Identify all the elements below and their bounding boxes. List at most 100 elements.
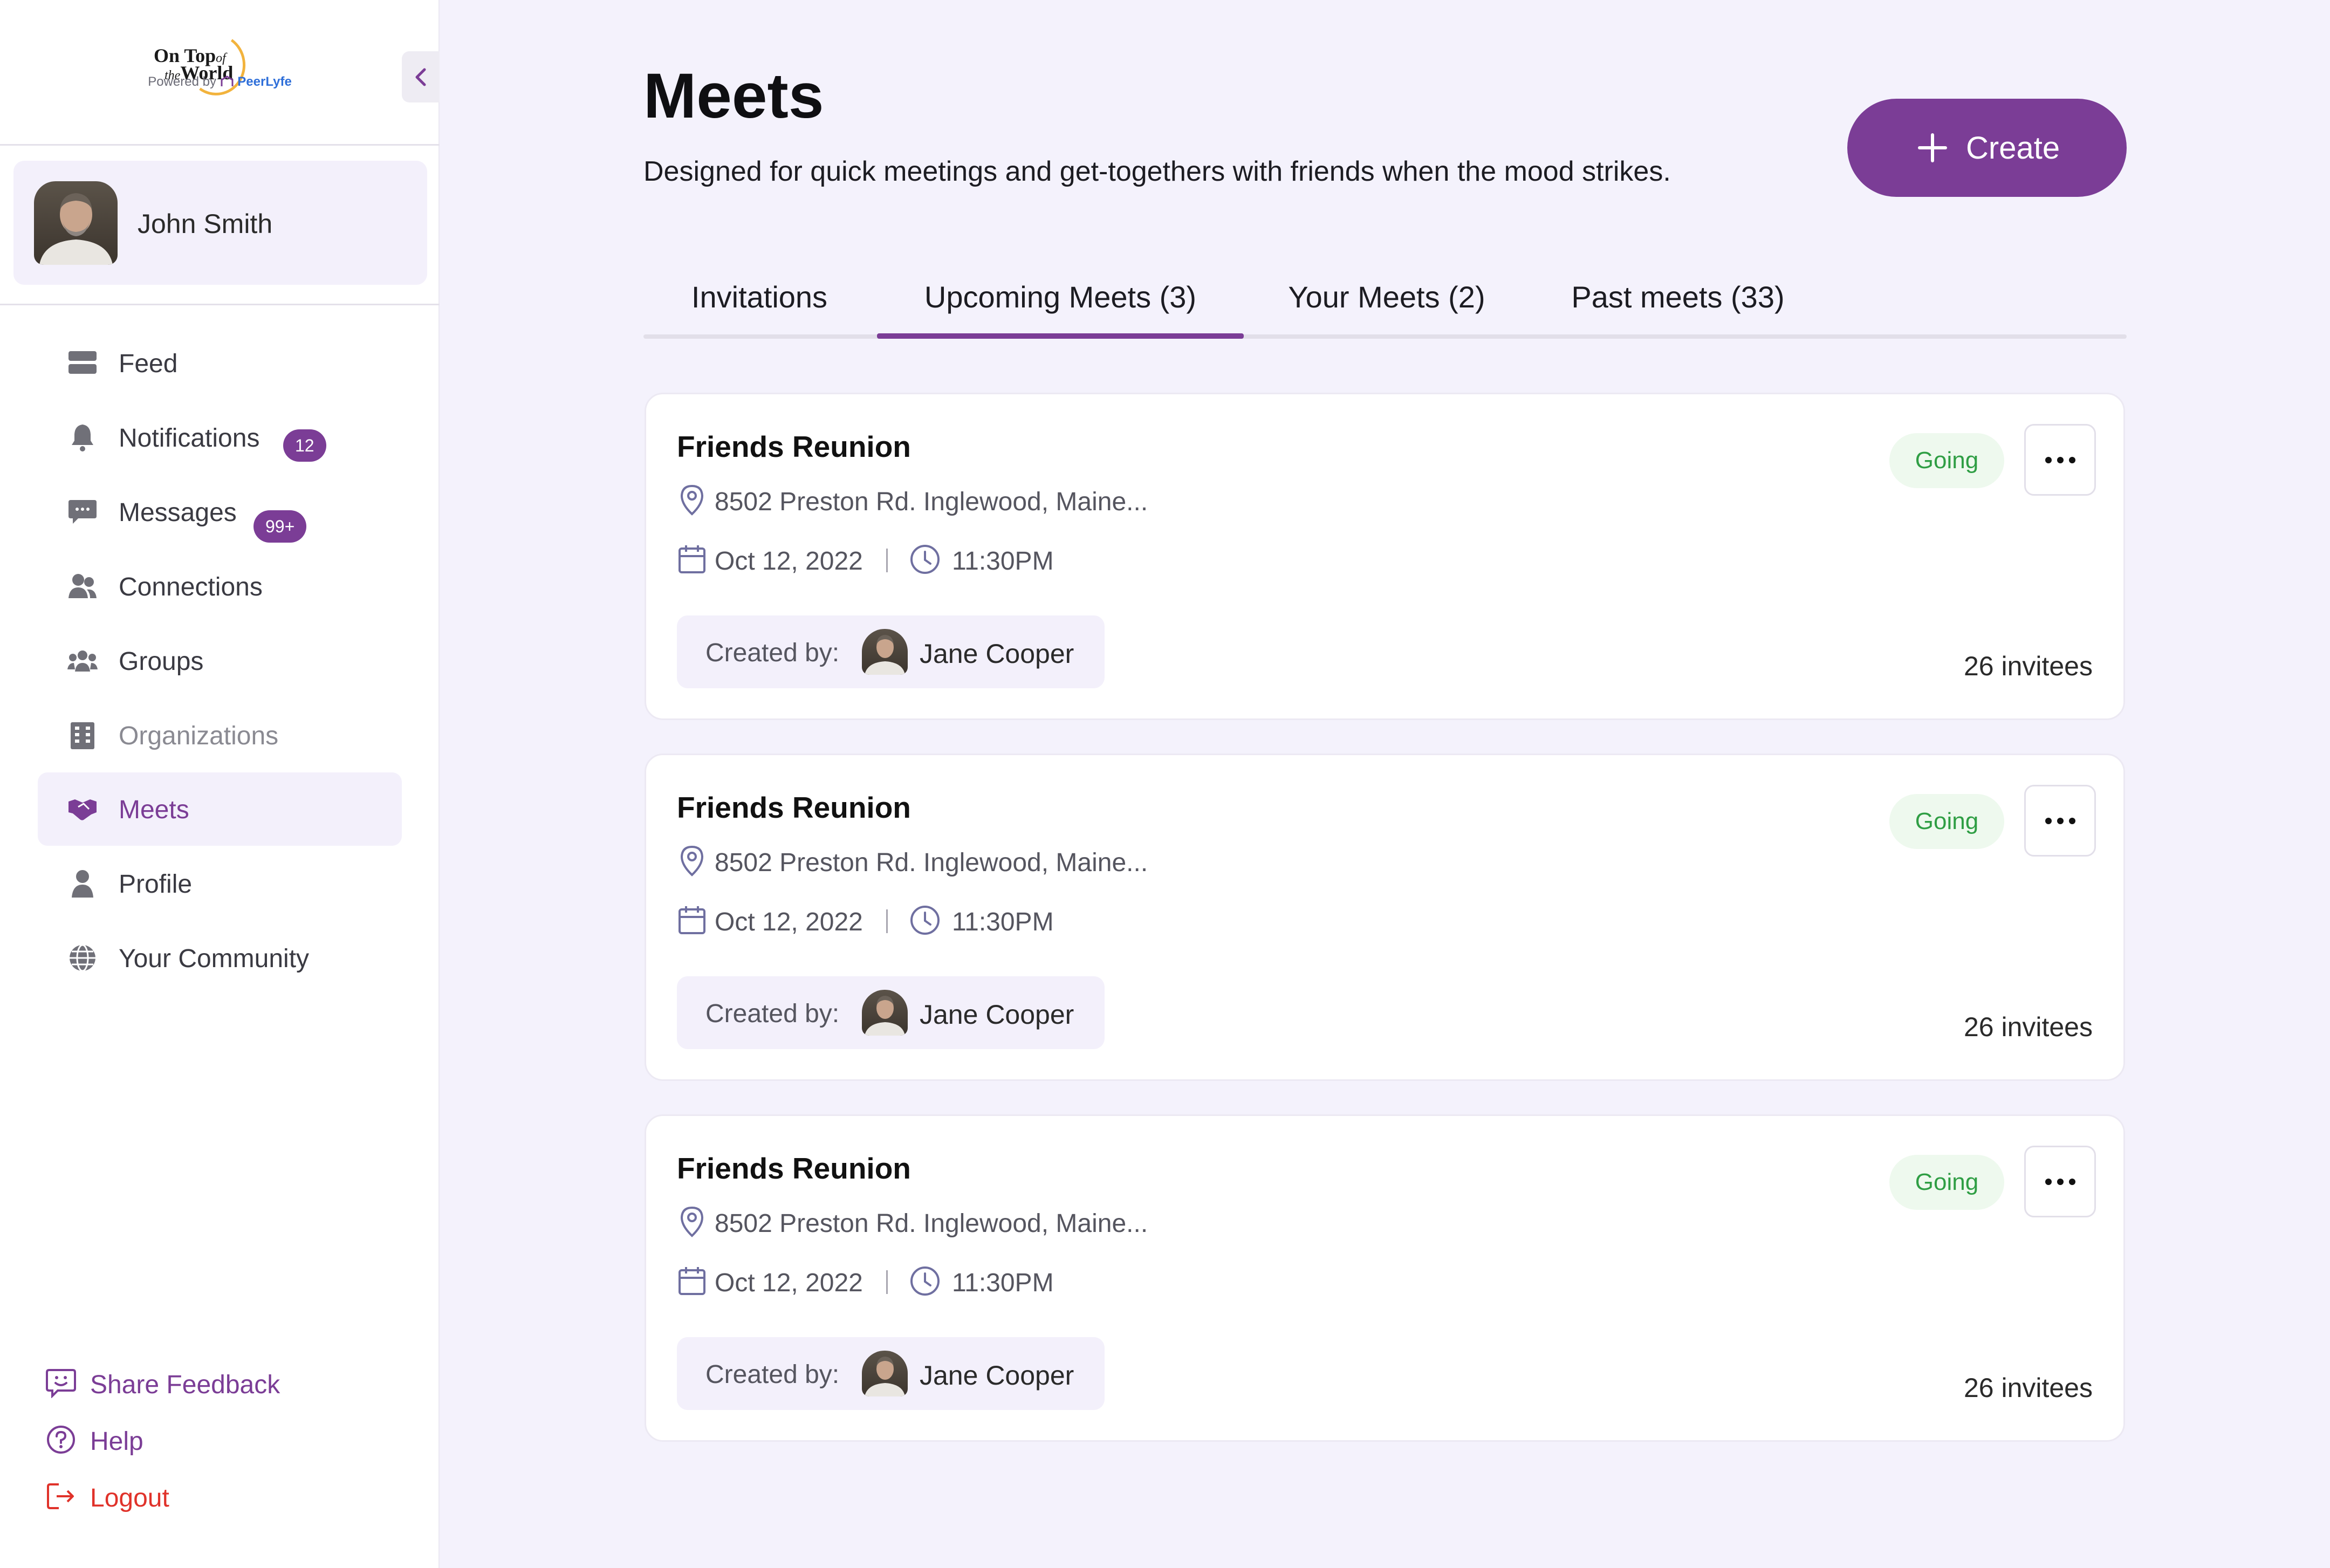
meet-time: 11:30PM [952,1269,1054,1297]
notifications-badge: 12 [283,429,326,462]
user-card[interactable]: John Smith [13,161,427,285]
sidebar-item-meets[interactable]: Meets [38,772,402,846]
location-pin-icon [680,1206,704,1237]
create-label: Create [1966,131,2060,166]
calendar-icon [679,545,705,573]
avatar [34,181,118,265]
creator-chip: Created by: Jane Cooper [677,615,1105,688]
tab-label: Your Meets (2) [1288,280,1485,314]
meet-title: Friends Reunion [677,430,911,463]
tab-invitations[interactable]: Invitations [643,270,875,339]
brand-header: On Topof theWorld Powered by PeerLyfe [0,0,440,146]
clock-icon [910,1266,940,1296]
separator [886,1270,888,1294]
create-meet-button[interactable]: Create [1847,99,2127,197]
invitees-count: 26 invitees [1963,651,2093,681]
bell-icon [72,424,93,451]
meets-tabs: Invitations Upcoming Meets (3) Your Meet… [643,270,2127,340]
sidebar-item-label: Feed [119,350,178,378]
created-by-label: Created by: [705,999,840,1028]
sidebar-item-feed[interactable]: Feed [38,326,402,400]
sidebar-item-notifications[interactable]: Notifications 12 [38,401,402,474]
sidebar-item-your-community[interactable]: Your Community [38,921,402,995]
creator-chip: Created by: Jane Cooper [677,1337,1105,1410]
collapse-sidebar-button[interactable] [402,51,440,102]
created-by-label: Created by: [705,639,840,667]
more-horizontal-icon [2045,818,2075,824]
creator-name: Jane Cooper [920,999,1074,1030]
sidebar-item-label: Messages [119,498,237,527]
separator [886,909,888,933]
clock-icon [910,906,940,935]
handshake-icon [68,799,97,820]
created-by-label: Created by: [705,1360,840,1389]
group-icon [67,651,98,672]
divider [0,304,440,305]
calendar-icon [679,906,705,934]
user-name: John Smith [138,209,273,239]
sidebar-item-connections[interactable]: Connections [38,550,402,623]
sidebar-item-label: Groups [119,647,204,676]
location-text: 8502 Preston Rd. Inglewood, Maine... [715,1209,1148,1238]
more-horizontal-icon [2045,457,2075,463]
plus-icon [1918,133,1947,162]
more-options-button[interactable] [2024,785,2096,857]
location-text: 8502 Preston Rd. Inglewood, Maine... [715,848,1148,877]
invitees-count: 26 invitees [1963,1012,2093,1042]
messages-badge: 99+ [253,510,307,543]
status-badge: Going [1889,433,2004,488]
clock-icon [910,545,940,574]
feed-icon [68,351,97,374]
sidebar-item-profile[interactable]: Profile [38,847,402,920]
person-icon [72,870,93,898]
location-text: 8502 Preston Rd. Inglewood, Maine... [715,488,1148,516]
logout-label: Logout [90,1484,169,1512]
logout-icon [47,1483,74,1509]
meet-time: 11:30PM [952,908,1054,936]
people-icon [68,574,97,598]
more-options-button[interactable] [2024,1146,2096,1217]
calendar-icon [679,1267,705,1295]
share-feedback-label: Share Feedback [90,1371,280,1399]
help-label: Help [90,1427,143,1456]
sidebar-item-label: Organizations [119,722,279,750]
meet-card[interactable]: Friends Reunion 8502 Preston Rd. Inglewo… [645,393,2125,720]
creator-name: Jane Cooper [920,639,1074,669]
sidebar-item-label: Profile [119,870,193,899]
status-badge: Going [1889,794,2004,849]
creator-name: Jane Cooper [920,1360,1074,1391]
sidebar-item-label: Your Community [119,944,310,973]
creator-avatar [862,990,908,1036]
meet-card[interactable]: Friends Reunion 8502 Preston Rd. Inglewo… [645,1114,2125,1442]
meet-title: Friends Reunion [677,791,911,824]
powered-by: Powered by PeerLyfe [148,74,292,89]
active-tab-indicator [877,333,1244,339]
sidebar-item-organizations[interactable]: Organizations [38,699,402,772]
page-subtitle: Designed for quick meetings and get-toge… [643,156,1671,187]
more-options-button[interactable] [2024,424,2096,496]
meet-date: Oct 12, 2022 [715,908,863,936]
sidebar-item-label: Connections [119,573,263,601]
creator-avatar [862,629,908,675]
sidebar-item-label: Meets [119,796,189,824]
page-title: Meets [643,60,824,132]
invitees-count: 26 invitees [1963,1373,2093,1403]
tab-upcoming-meets[interactable]: Upcoming Meets (3) [877,270,1244,339]
peerlyfe-icon [221,76,234,86]
location-pin-icon [680,845,704,877]
meet-card[interactable]: Friends Reunion 8502 Preston Rd. Inglewo… [645,754,2125,1081]
chat-icon [68,500,97,524]
sidebar-item-messages[interactable]: Messages 99+ [38,475,402,549]
creator-chip: Created by: Jane Cooper [677,976,1105,1049]
creator-avatar [862,1351,908,1396]
meet-time: 11:30PM [952,547,1054,576]
feedback-icon [46,1369,76,1398]
status-badge: Going [1889,1155,2004,1210]
meet-title: Friends Reunion [677,1152,911,1185]
tab-your-meets[interactable]: Your Meets (2) [1244,270,1530,339]
tab-label: Upcoming Meets (3) [924,280,1197,314]
chevron-left-icon [415,68,426,86]
tab-past-meets[interactable]: Past meets (33) [1530,270,1826,339]
tab-label: Invitations [691,280,828,314]
sidebar-item-groups[interactable]: Groups [38,624,402,697]
